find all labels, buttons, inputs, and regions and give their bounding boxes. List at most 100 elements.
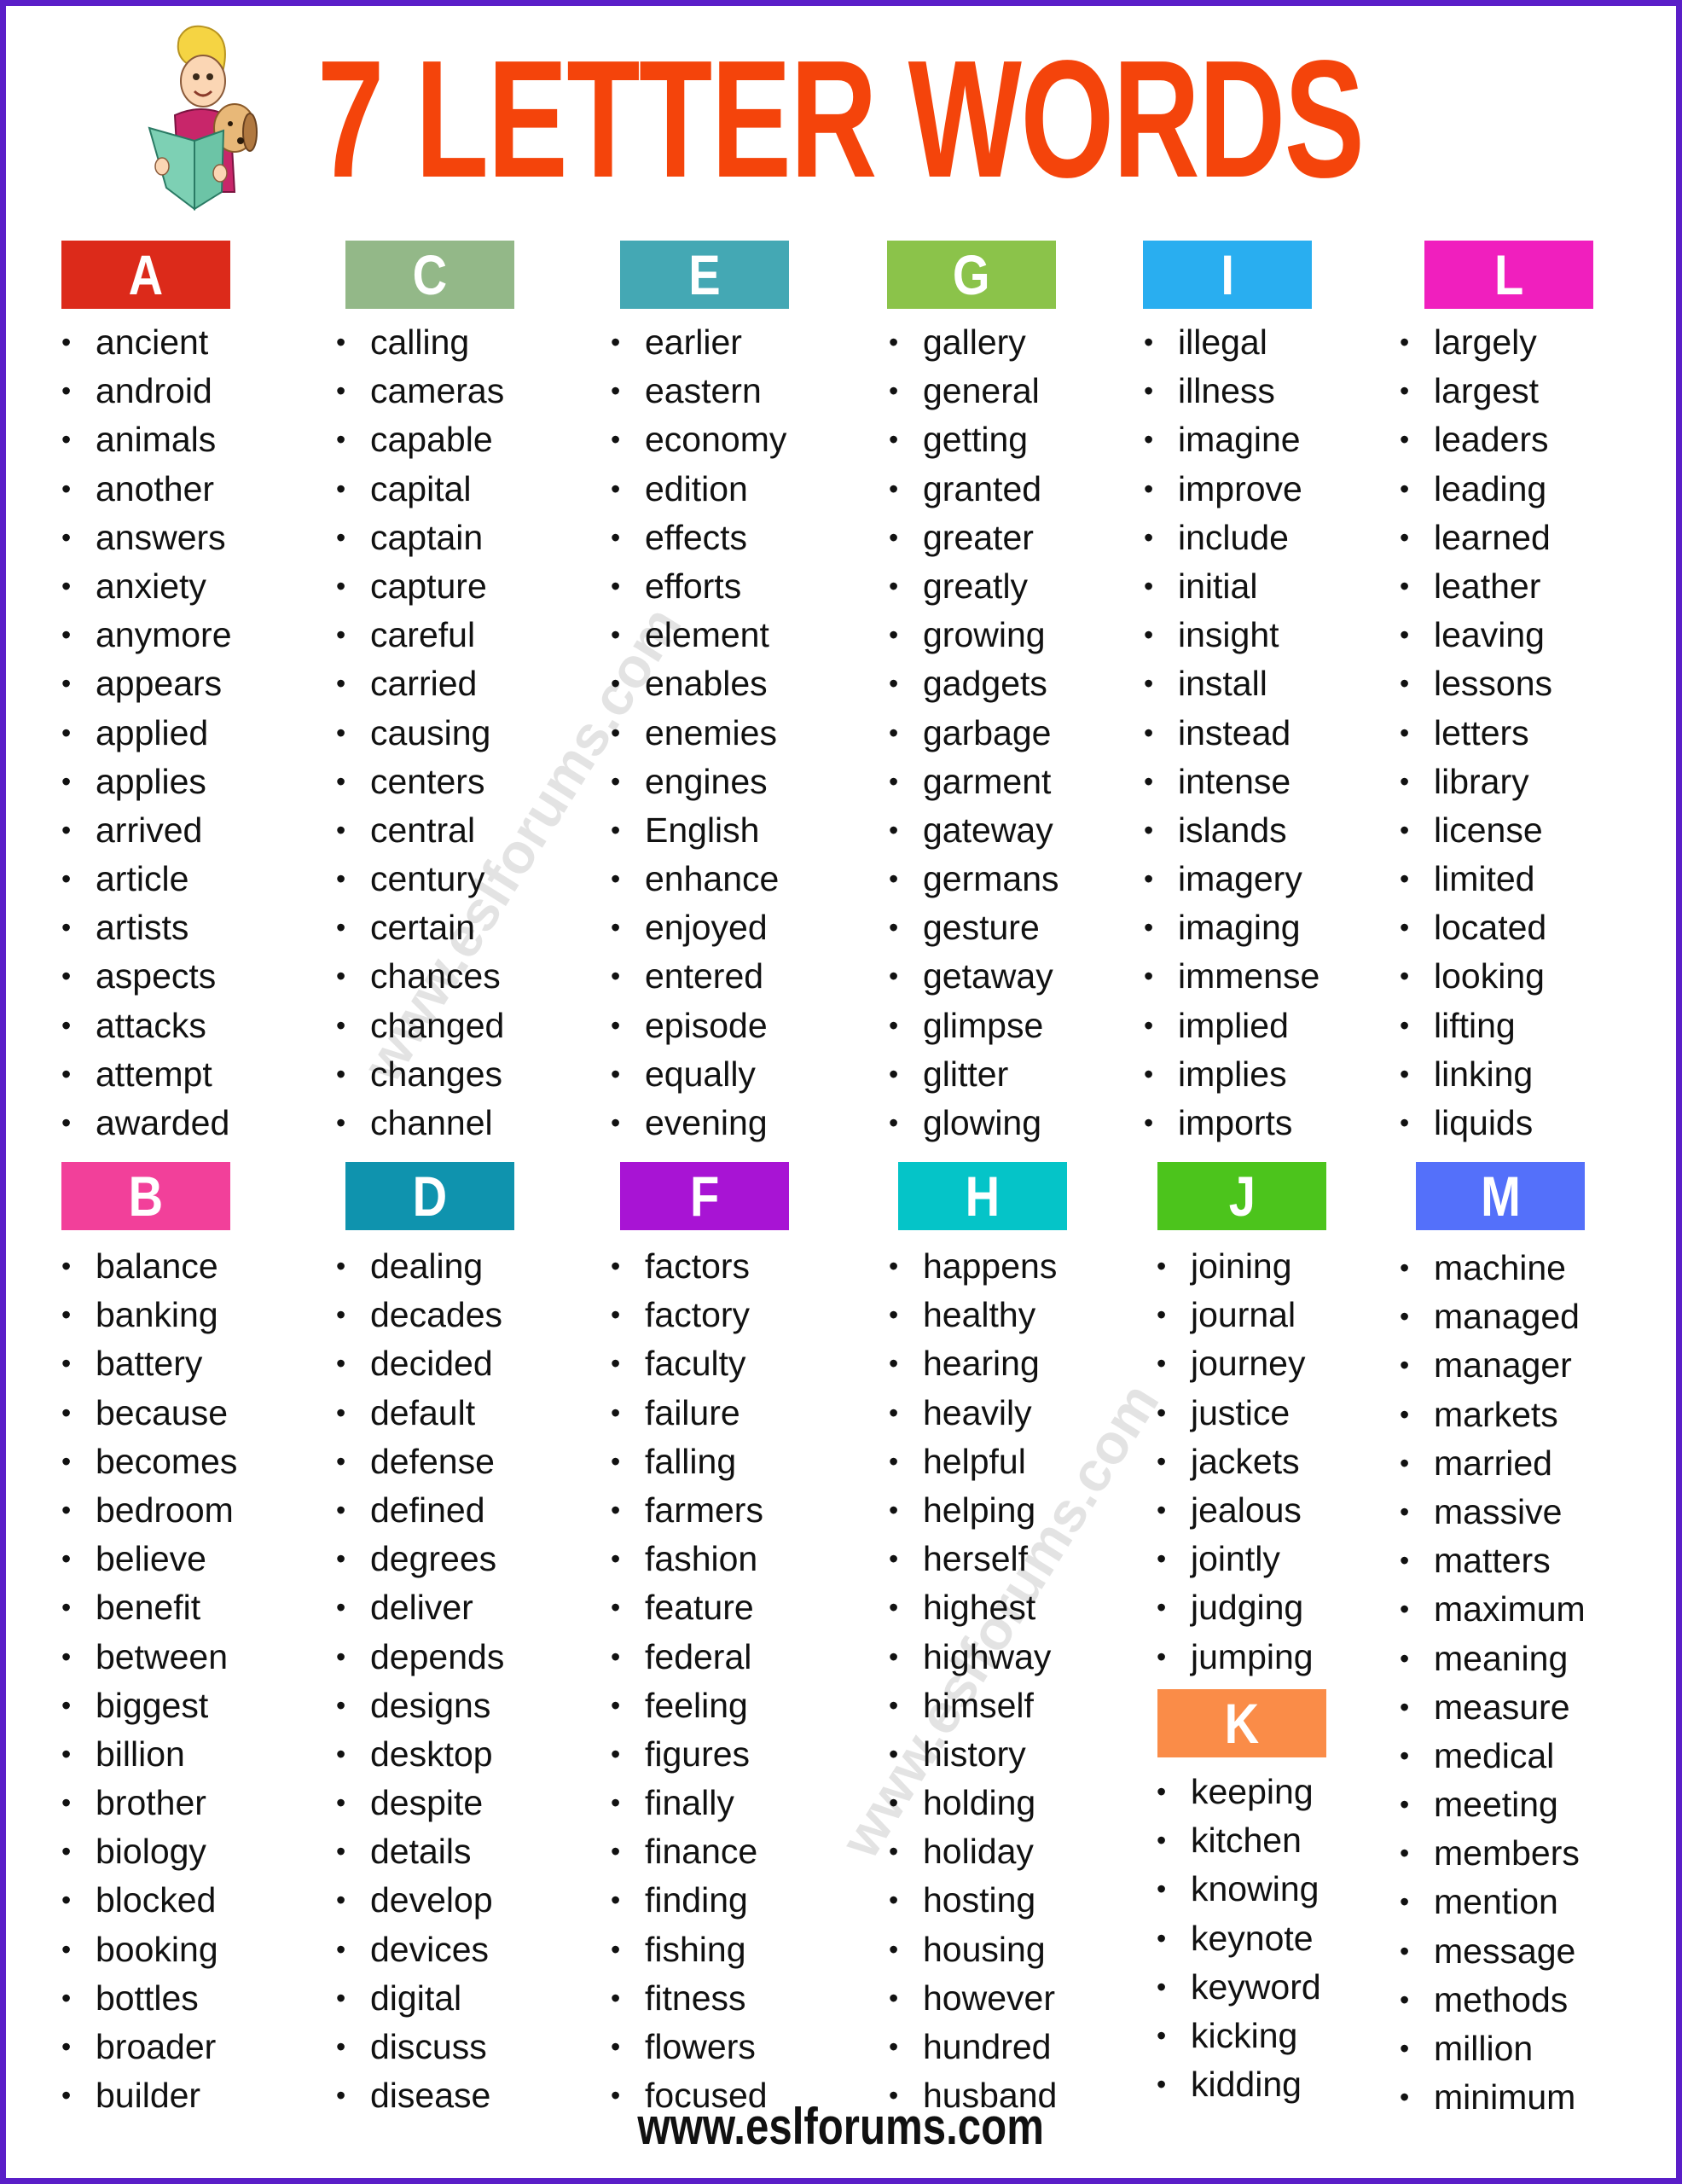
word-text: attempt (96, 1054, 212, 1094)
word-text: decided (370, 1344, 493, 1384)
word-item: • enables (611, 659, 786, 708)
word-item: • decided (336, 1339, 504, 1388)
bullet-icon: • (61, 1933, 72, 1965)
word-item: • central (336, 806, 504, 855)
word-item: • century (336, 855, 504, 903)
word-item: • jointly (1157, 1535, 1314, 1583)
word-text: growing (923, 615, 1046, 655)
word-text: measure (1434, 1687, 1570, 1727)
letter-header-h: H (898, 1162, 1067, 1230)
word-text: defense (370, 1441, 495, 1481)
word-item: • fitness (611, 1974, 768, 2023)
bullet-icon: • (336, 1982, 346, 2013)
word-text: degrees (370, 1539, 497, 1579)
bullet-icon: • (889, 814, 899, 845)
word-item: • keynote (1157, 1914, 1321, 1963)
bullet-icon: • (611, 961, 621, 992)
word-list-c: • calling • cameras • capable • capital • captain… (336, 318, 504, 1147)
word-text: depends (370, 1636, 505, 1676)
word-text: billion (96, 1734, 185, 1774)
word-text: benefit (96, 1588, 201, 1628)
word-item: • liquids (1400, 1099, 1552, 1147)
word-text: applied (96, 712, 209, 752)
word-text: android (96, 371, 212, 411)
bullet-icon: • (611, 1885, 621, 1916)
bullet-icon: • (1400, 473, 1410, 504)
word-item: • helping (889, 1486, 1057, 1535)
word-item: • enjoyed (611, 903, 786, 952)
bullet-icon: • (1144, 570, 1154, 601)
word-item: • feature (611, 1583, 768, 1632)
bullet-icon: • (889, 1836, 899, 1867)
word-item: • capital (336, 465, 504, 514)
word-item: • himself (889, 1682, 1057, 1730)
word-item: • keeping (1157, 1768, 1321, 1816)
bullet-icon: • (61, 668, 72, 700)
word-item: • brother (61, 1779, 237, 1827)
word-text: judging (1191, 1588, 1304, 1628)
bullet-icon: • (61, 473, 72, 504)
bullet-icon: • (611, 863, 621, 895)
word-item: • figures (611, 1730, 768, 1779)
bullet-icon: • (611, 1543, 621, 1575)
bullet-icon: • (889, 1299, 899, 1331)
word-text: kicking (1191, 2015, 1298, 2055)
bullet-icon: • (889, 1348, 899, 1380)
word-text: install (1178, 664, 1267, 704)
word-item: • garbage (889, 709, 1059, 758)
word-item: • greatly (889, 562, 1059, 611)
word-text: attacks (96, 1005, 206, 1045)
word-text: hearing (923, 1344, 1040, 1384)
word-text: lifting (1434, 1005, 1516, 1045)
word-item: • anymore (61, 611, 232, 659)
bullet-icon: • (889, 1738, 899, 1769)
word-text: entered (645, 956, 764, 996)
word-text: knowing (1191, 1869, 1320, 1909)
word-item: • implied (1144, 1002, 1320, 1050)
word-text: effects (645, 517, 748, 557)
word-item: • imports (1144, 1099, 1320, 1147)
word-item: • element (611, 611, 786, 659)
word-list-k: • keeping • kitchen • knowing • keynote • keyword… (1157, 1768, 1321, 2109)
word-text: illness (1178, 371, 1275, 411)
word-item: • include (1144, 514, 1320, 562)
bullet-icon: • (1144, 327, 1154, 357)
bullet-icon: • (1400, 521, 1410, 553)
word-list-m: • machine • managed • manager • markets • married… (1400, 1244, 1586, 2122)
word-text: despite (370, 1783, 484, 1823)
word-item: • episode (611, 1002, 786, 1050)
word-text: careful (370, 615, 476, 655)
bullet-icon: • (889, 1543, 899, 1575)
word-item: • devices (336, 1926, 504, 1974)
word-text: matters (1434, 1541, 1551, 1581)
bullet-icon: • (1400, 668, 1410, 700)
bullet-icon: • (61, 2031, 72, 2062)
word-item: • arrived (61, 806, 232, 855)
bullet-icon: • (61, 1107, 72, 1138)
word-text: appears (96, 664, 223, 704)
word-text: imagine (1178, 420, 1301, 460)
bullet-icon: • (61, 1689, 72, 1721)
word-text: aspects (96, 956, 217, 996)
word-item: • federal (611, 1633, 768, 1682)
word-text: hundred (923, 2027, 1052, 2066)
word-text: capture (370, 566, 487, 606)
word-item: • highway (889, 1633, 1057, 1682)
word-text: economy (645, 420, 787, 460)
word-text: dealing (370, 1246, 484, 1286)
word-item: • attempt (61, 1050, 232, 1099)
word-item: • broader (61, 2023, 237, 2071)
bullet-icon: • (1157, 2019, 1167, 2051)
word-item: • finance (611, 1827, 768, 1876)
bullet-icon: • (1157, 1397, 1167, 1428)
bullet-icon: • (611, 473, 621, 504)
word-item: • heavily (889, 1389, 1057, 1438)
word-item: • letters (1400, 709, 1552, 758)
word-list-e: • earlier • eastern • economy • edition • effects… (611, 318, 786, 1147)
bullet-icon: • (1400, 1107, 1410, 1138)
letter-header-b: B (61, 1162, 230, 1230)
word-item: • battery (61, 1339, 237, 1388)
word-text: enhance (645, 859, 780, 899)
word-item: • leading (1400, 465, 1552, 514)
word-text: keynote (1191, 1918, 1314, 1958)
